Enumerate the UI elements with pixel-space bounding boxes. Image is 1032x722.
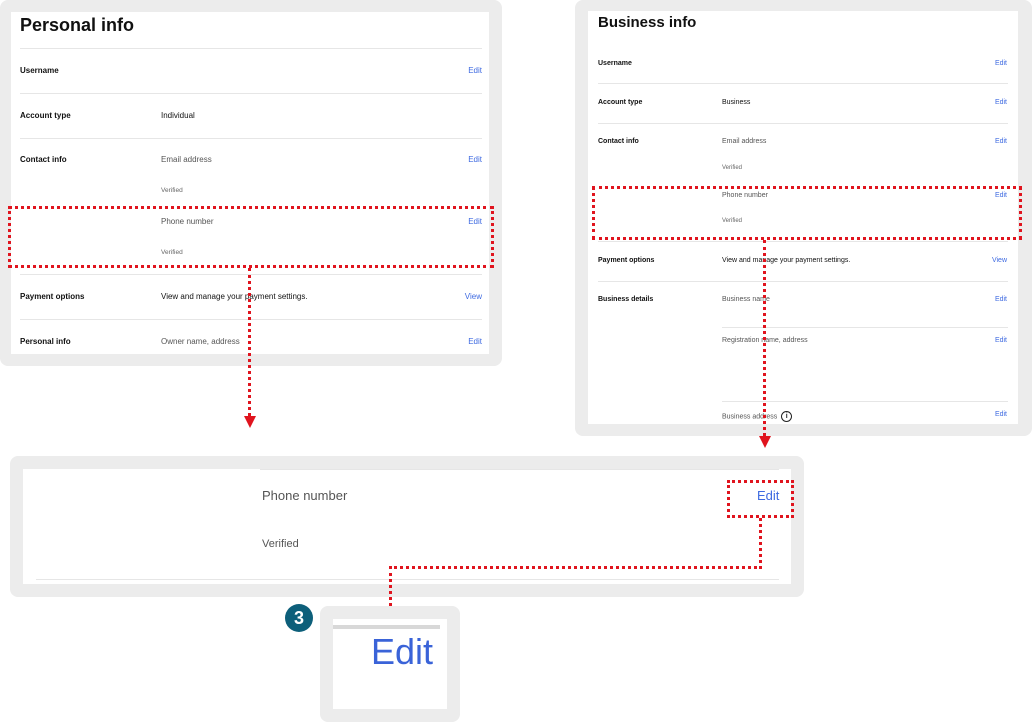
registration-edit-link[interactable]: Edit <box>995 337 1007 344</box>
business-payment-options-value: View and manage your payment settings. <box>722 257 851 264</box>
business-address-text: Business address <box>722 413 778 421</box>
divider <box>333 625 440 629</box>
divider <box>598 123 1008 124</box>
business-address-label: Business address i <box>722 411 793 422</box>
divider <box>20 274 482 275</box>
business-email-verified-status: Verified <box>722 165 743 171</box>
business-title: Business info <box>598 14 697 31</box>
business-account-type-label: Account type <box>598 99 643 106</box>
divider <box>598 281 1008 282</box>
divider <box>260 469 779 470</box>
phone-row-highlight <box>8 206 494 268</box>
business-details-label: Business details <box>598 296 654 303</box>
connector-arrow-left <box>244 416 256 428</box>
business-username-label: Username <box>598 60 632 67</box>
payment-options-value: View and manage your payment settings. <box>161 292 308 301</box>
page-title: Personal info <box>20 15 135 35</box>
payment-view-link[interactable]: View <box>465 292 482 301</box>
divider <box>36 579 779 580</box>
info-icon[interactable]: i <box>781 411 793 422</box>
step-badge: 3 <box>285 604 313 632</box>
connector-line-right <box>763 240 766 436</box>
divider <box>20 93 482 94</box>
connector-line-edit-down <box>759 518 762 569</box>
business-contact-info-label: Contact info <box>598 138 639 145</box>
business-email-address-label: Email address <box>722 138 767 145</box>
zoom-phone-number-label: Phone number <box>262 488 348 503</box>
connector-line-edit-final <box>389 566 392 606</box>
contact-info-label: Contact info <box>20 155 67 164</box>
business-name-edit-link[interactable]: Edit <box>995 296 1007 303</box>
business-account-type-edit-link[interactable]: Edit <box>995 99 1007 106</box>
connector-arrow-right <box>759 436 771 448</box>
zoomed-edit-link[interactable]: Edit <box>371 631 433 673</box>
edit-link-highlight <box>727 480 794 518</box>
account-type-label: Account type <box>20 111 71 120</box>
email-address-label: Email address <box>161 155 212 164</box>
divider <box>598 241 1008 242</box>
business-payment-view-link[interactable]: View <box>992 257 1007 264</box>
username-edit-link[interactable]: Edit <box>468 66 482 75</box>
business-address-edit-link[interactable]: Edit <box>995 411 1007 418</box>
business-payment-options-label: Payment options <box>598 257 655 264</box>
personal-info-edit-link[interactable]: Edit <box>468 337 482 346</box>
personal-info-label: Personal info <box>20 337 71 346</box>
business-username-edit-link[interactable]: Edit <box>995 60 1007 67</box>
connector-line-edit-across <box>389 566 762 569</box>
email-edit-link[interactable]: Edit <box>468 155 482 164</box>
divider <box>20 319 482 320</box>
business-email-edit-link[interactable]: Edit <box>995 138 1007 145</box>
zoom-phone-verified-status: Verified <box>262 538 299 550</box>
email-verified-status: Verified <box>161 187 183 194</box>
divider <box>598 83 1008 84</box>
business-account-type-value: Business <box>722 99 751 106</box>
account-type-value: Individual <box>161 111 195 120</box>
divider <box>20 138 482 139</box>
edit-zoom-card: Edit <box>333 619 447 709</box>
connector-line-left <box>248 268 251 416</box>
username-label: Username <box>20 66 59 75</box>
business-phone-row-highlight <box>592 186 1022 240</box>
payment-options-label: Payment options <box>20 292 85 301</box>
personal-info-value: Owner name, address <box>161 337 240 346</box>
divider <box>20 48 482 49</box>
